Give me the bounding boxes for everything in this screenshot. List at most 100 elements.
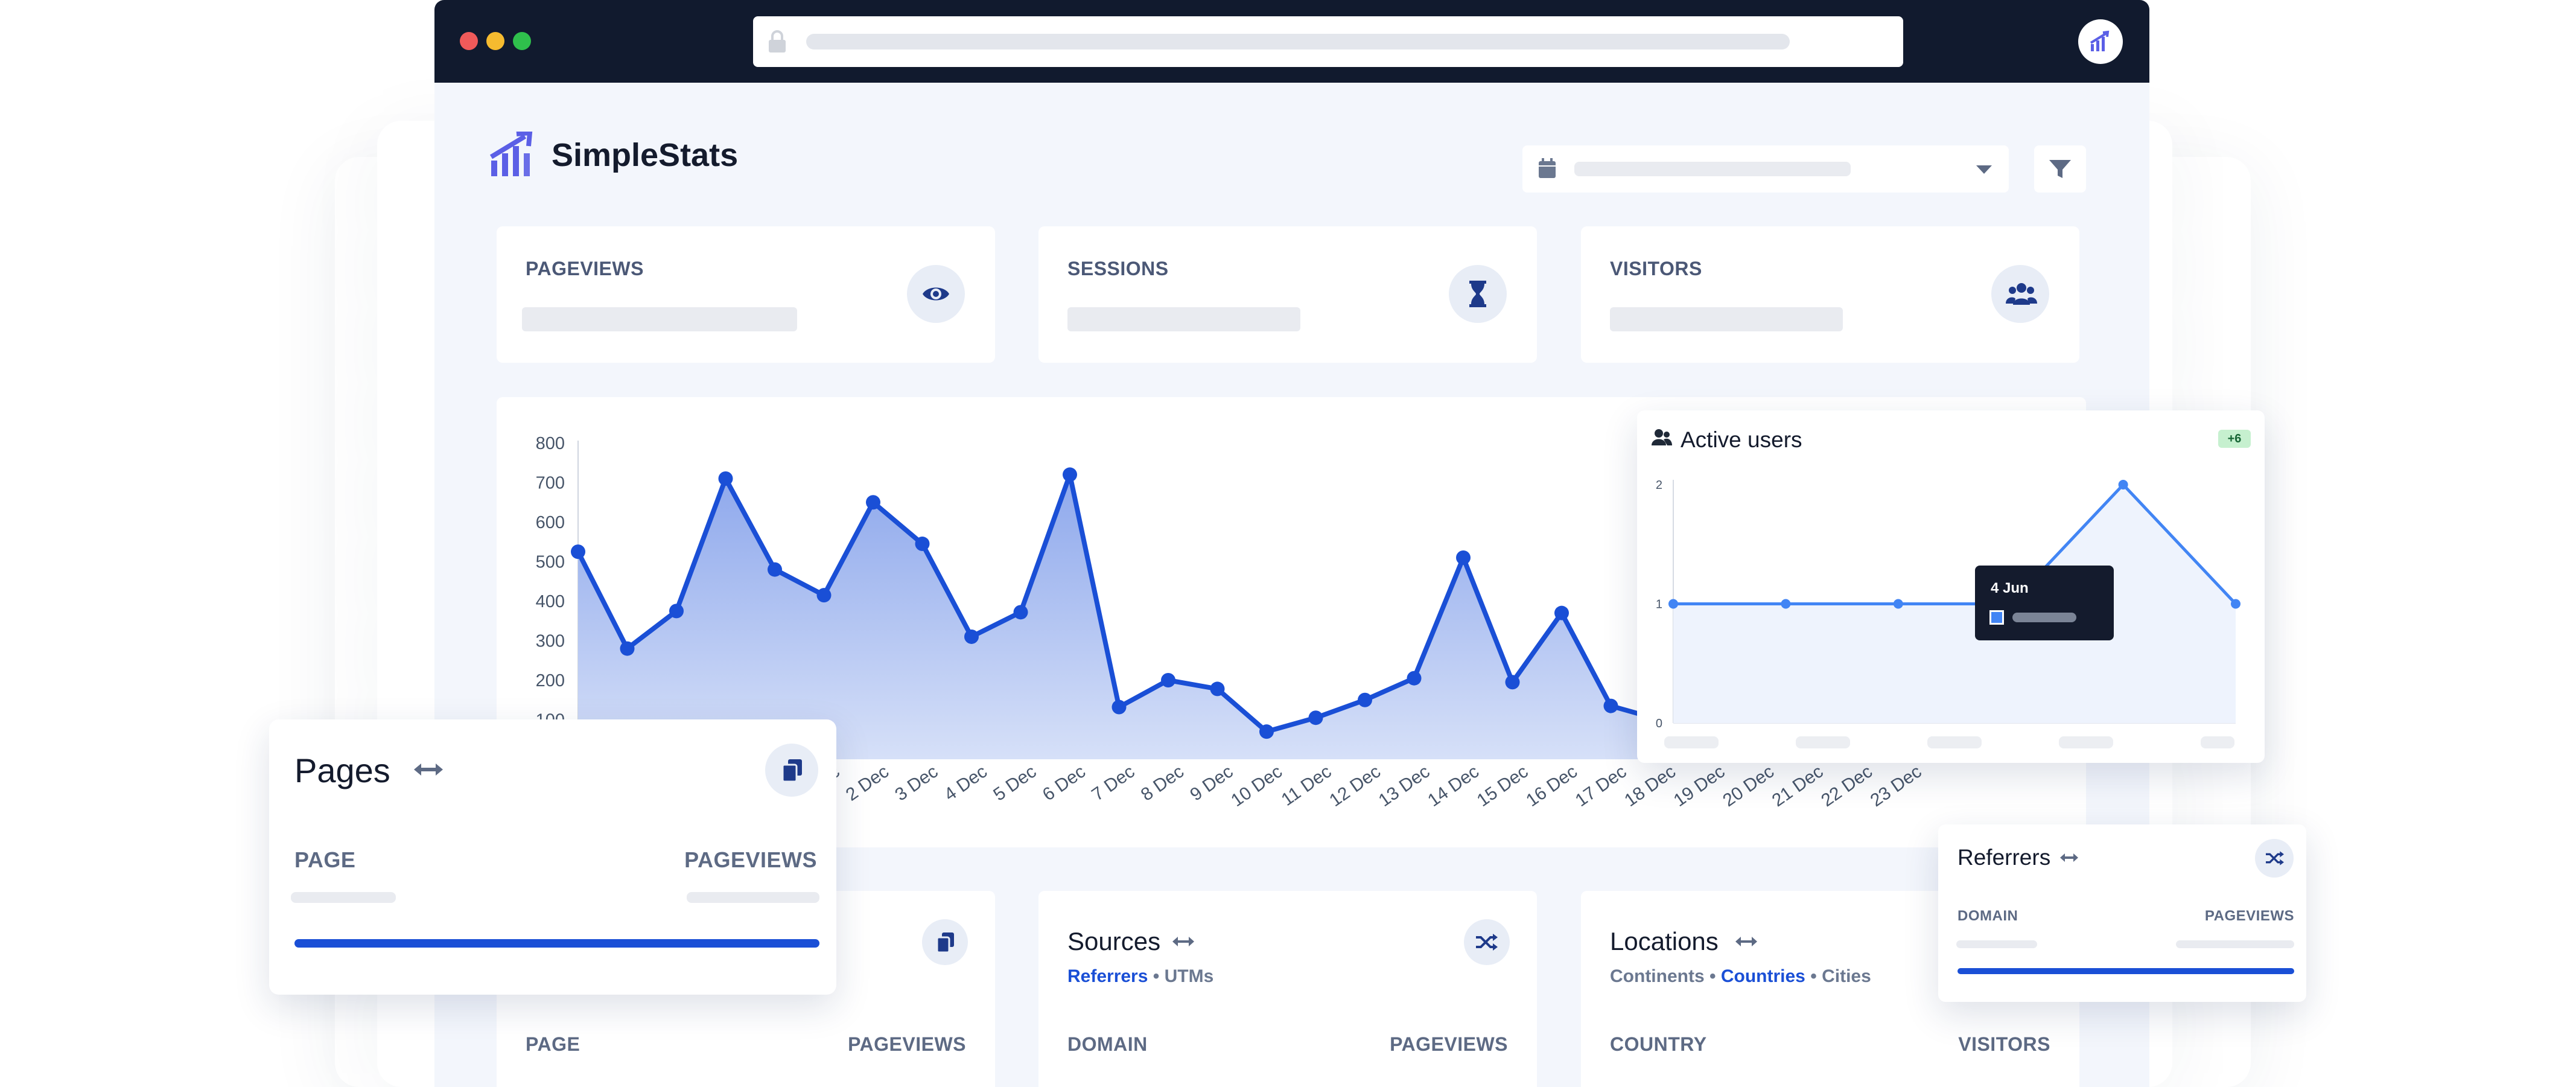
progress-fill bbox=[294, 939, 819, 948]
y-tick-label: 0 bbox=[1656, 717, 1662, 730]
referrers-card: Referrers DOMAIN PAGEVIEWS bbox=[1938, 824, 2306, 1002]
chart-point bbox=[571, 544, 585, 559]
minimize-window-button[interactable] bbox=[486, 32, 504, 50]
address-bar[interactable] bbox=[753, 16, 1903, 67]
stat-value-placeholder bbox=[1610, 307, 1843, 331]
shuffle-button[interactable] bbox=[2255, 839, 2294, 878]
chart-point bbox=[1161, 673, 1175, 687]
chart-point bbox=[718, 471, 733, 486]
filter-button[interactable] bbox=[2034, 145, 2086, 193]
filter-icon bbox=[2049, 160, 2071, 178]
x-tick-label: 21 Dec bbox=[1769, 762, 1827, 811]
column-header-pageviews: PAGEVIEWS bbox=[1390, 1033, 1508, 1055]
active-users-card: Active users +6 210 4 Jun bbox=[1637, 410, 2265, 763]
tab-utms[interactable]: UTMs bbox=[1165, 966, 1214, 986]
progress-track bbox=[1957, 968, 2294, 974]
column-header-domain: DOMAIN bbox=[1067, 1033, 1148, 1055]
x-tick-label: 19 Dec bbox=[1670, 762, 1729, 811]
copy-icon bbox=[937, 932, 954, 953]
stat-value-placeholder bbox=[1067, 307, 1300, 331]
browser-titlebar bbox=[434, 0, 2149, 83]
y-tick-label: 2 bbox=[1656, 479, 1662, 492]
tab-countries[interactable]: Countries bbox=[1721, 966, 1805, 986]
x-tick-label: 2 Dec bbox=[842, 762, 892, 805]
tab-cities[interactable]: Cities bbox=[1822, 966, 1871, 986]
chart-point bbox=[915, 537, 930, 552]
extension-button[interactable] bbox=[2078, 19, 2123, 64]
chart-point bbox=[816, 588, 832, 603]
date-range-select[interactable] bbox=[1522, 145, 2009, 193]
tab-continents[interactable]: Continents bbox=[1610, 966, 1705, 986]
maximize-window-button[interactable] bbox=[513, 32, 531, 50]
x-tick-label: 10 Dec bbox=[1227, 762, 1286, 811]
tab-separator: • bbox=[1709, 966, 1716, 986]
close-window-button[interactable] bbox=[460, 32, 478, 50]
expand-arrows-icon[interactable] bbox=[414, 762, 443, 777]
stat-card-sessions[interactable]: SESSIONS bbox=[1038, 226, 1537, 363]
x-tick-label: 6 Dec bbox=[1039, 762, 1089, 805]
shuffle-icon bbox=[2266, 851, 2284, 865]
y-tick-label: 200 bbox=[536, 671, 565, 690]
card-title: Pages bbox=[294, 751, 390, 789]
column-header-country: COUNTRY bbox=[1610, 1033, 1707, 1055]
column-header-pageviews: PAGEVIEWS bbox=[848, 1033, 966, 1055]
tab-referrers[interactable]: Referrers bbox=[1067, 966, 1148, 986]
stat-card-visitors[interactable]: VISITORS bbox=[1581, 226, 2079, 363]
x-tick-label: 16 Dec bbox=[1522, 762, 1581, 811]
expand-arrows-icon[interactable] bbox=[1735, 936, 1757, 948]
chart-point bbox=[620, 641, 635, 656]
column-header-domain: DOMAIN bbox=[1957, 908, 2018, 924]
x-label-placeholder bbox=[2201, 736, 2234, 748]
x-tick-label: 23 Dec bbox=[1867, 762, 1926, 811]
shuffle-button[interactable] bbox=[1464, 919, 1510, 965]
address-placeholder bbox=[806, 34, 1790, 49]
eye-icon bbox=[923, 287, 949, 301]
chart-point bbox=[1407, 671, 1422, 686]
chart-point bbox=[1554, 605, 1569, 620]
column-header-page: PAGE bbox=[294, 847, 356, 872]
copy-button[interactable] bbox=[922, 919, 968, 965]
chart-point bbox=[1259, 724, 1274, 739]
y-tick-label: 800 bbox=[536, 434, 565, 453]
x-tick-label: 18 Dec bbox=[1621, 762, 1679, 811]
tooltip-value-placeholder bbox=[2012, 613, 2076, 622]
chart-tooltip: 4 Jun bbox=[1975, 566, 2114, 640]
simplestats-logo-icon bbox=[490, 132, 533, 176]
progress-track bbox=[294, 939, 819, 948]
x-tick-label: 15 Dec bbox=[1474, 762, 1532, 811]
pages-card: Pages PAGE PAGEVIEWS bbox=[269, 719, 836, 995]
y-tick-label: 500 bbox=[536, 553, 565, 572]
x-tick-label: 7 Dec bbox=[1088, 762, 1138, 805]
chart-point bbox=[1358, 692, 1372, 707]
x-tick-label: 20 Dec bbox=[1719, 762, 1778, 811]
row-value-placeholder bbox=[2176, 940, 2294, 948]
x-tick-label: 9 Dec bbox=[1186, 762, 1236, 805]
stat-value-placeholder bbox=[522, 307, 797, 331]
y-tick-label: 300 bbox=[536, 632, 565, 651]
chart-point bbox=[1063, 467, 1077, 482]
stat-card-pageviews[interactable]: PAGEVIEWS bbox=[497, 226, 995, 363]
users-icon bbox=[2006, 283, 2037, 305]
column-header-page: PAGE bbox=[526, 1033, 580, 1055]
chart-point bbox=[669, 604, 684, 619]
sources-card: Sources Referrers • UTMs DOMAIN PAGEVIEW… bbox=[1038, 891, 1537, 1087]
y-tick-label: 700 bbox=[536, 474, 565, 493]
column-header-pageviews: PAGEVIEWS bbox=[684, 847, 817, 872]
tab-separator: • bbox=[1153, 966, 1160, 986]
column-header-visitors: VISITORS bbox=[1958, 1033, 2050, 1055]
chart-point bbox=[1013, 605, 1028, 620]
copy-button[interactable] bbox=[765, 744, 818, 797]
lock-icon bbox=[769, 30, 786, 53]
stat-icon-wrap bbox=[1991, 265, 2049, 323]
tooltip-label: 4 Jun bbox=[1991, 580, 2029, 596]
chart-point bbox=[866, 495, 880, 510]
column-header-pageviews: PAGEVIEWS bbox=[2204, 908, 2294, 924]
x-tick-label: 11 Dec bbox=[1278, 762, 1335, 810]
chart-point bbox=[1456, 550, 1471, 565]
card-title: Sources bbox=[1067, 927, 1161, 955]
stat-label: VISITORS bbox=[1610, 258, 1702, 279]
expand-arrows-icon[interactable] bbox=[2060, 852, 2078, 863]
expand-arrows-icon[interactable] bbox=[1172, 936, 1194, 948]
tooltip-swatch bbox=[1989, 610, 2004, 625]
y-tick-label: 400 bbox=[536, 592, 565, 611]
